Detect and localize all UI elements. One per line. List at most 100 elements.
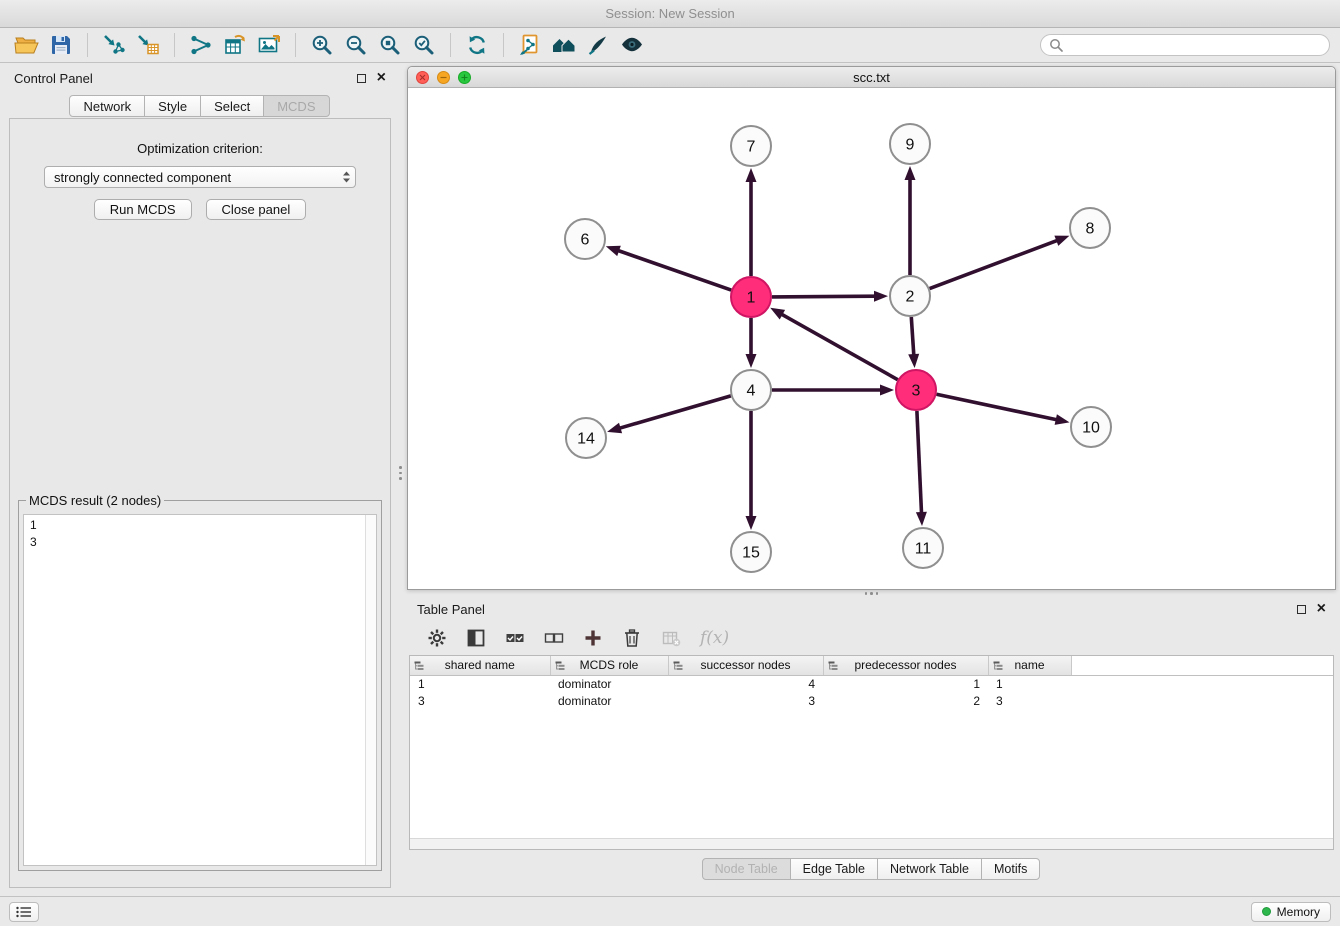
table-cell[interactable]: 3 <box>410 692 550 709</box>
edge-2-9[interactable] <box>905 166 916 275</box>
edge-1-7[interactable] <box>746 168 757 276</box>
edge-1-4[interactable] <box>746 318 757 368</box>
open-session-button[interactable] <box>10 30 44 60</box>
float-panel-icon[interactable] <box>1297 605 1306 614</box>
import-table-button[interactable] <box>131 30 165 60</box>
network-graph[interactable]: 7 9 6 8 1 2 4 3 14 10 15 11 <box>408 88 1335 589</box>
export-image-button[interactable] <box>252 30 286 60</box>
horizontal-scrollbar[interactable] <box>410 838 1333 849</box>
horizontal-splitter[interactable] <box>407 590 1336 597</box>
deselect-all-button[interactable] <box>544 628 564 648</box>
node-2[interactable]: 2 <box>890 276 930 316</box>
edge-3-11[interactable] <box>916 411 927 526</box>
select-all-button[interactable] <box>505 628 525 648</box>
table-row[interactable]: 1dominator411 <box>410 675 1333 692</box>
scrollbar-track[interactable] <box>365 515 376 865</box>
edge-3-1[interactable] <box>770 308 898 380</box>
network-canvas[interactable]: 7 9 6 8 1 2 4 3 14 10 15 11 <box>408 88 1335 589</box>
table-cell[interactable]: 2 <box>823 692 988 709</box>
network-window-titlebar[interactable]: scc.txt <box>408 67 1335 88</box>
network-window: scc.txt 7 9 6 8 1 2 4 3 14 10 15 11 <box>407 66 1336 590</box>
node-7[interactable]: 7 <box>731 126 771 166</box>
zoom-out-button[interactable] <box>339 30 373 60</box>
search-field[interactable] <box>1040 34 1330 56</box>
function-builder-button[interactable]: f(x) <box>700 628 729 648</box>
edge-3-10[interactable] <box>937 394 1070 425</box>
edge-4-15[interactable] <box>746 411 757 530</box>
tab-node-table[interactable]: Node Table <box>702 858 791 880</box>
close-panel-button[interactable]: Close panel <box>206 199 307 220</box>
node-9[interactable]: 9 <box>890 124 930 164</box>
edge-1-6[interactable] <box>606 246 731 290</box>
table-cell[interactable]: 1 <box>988 675 1071 692</box>
tab-select[interactable]: Select <box>200 95 264 117</box>
node-3[interactable]: 3 <box>896 370 936 410</box>
node-4[interactable]: 4 <box>731 370 771 410</box>
close-panel-icon[interactable]: × <box>1317 604 1326 614</box>
table-cell[interactable]: 4 <box>668 675 823 692</box>
table-settings-button[interactable] <box>427 628 447 648</box>
node-10[interactable]: 10 <box>1071 407 1111 447</box>
memory-label: Memory <box>1277 905 1320 919</box>
minimize-window-icon[interactable] <box>437 71 450 84</box>
node-14[interactable]: 14 <box>566 418 606 458</box>
tab-network-table[interactable]: Network Table <box>877 858 982 880</box>
zoom-selected-button[interactable] <box>407 30 441 60</box>
node-15[interactable]: 15 <box>731 532 771 572</box>
zoom-in-button[interactable] <box>305 30 339 60</box>
column-header-predecessor-nodes[interactable]: predecessor nodes <box>823 656 988 675</box>
table-cell[interactable]: 3 <box>988 692 1071 709</box>
import-network-button[interactable] <box>97 30 131 60</box>
node-11[interactable]: 11 <box>903 528 943 568</box>
table-row[interactable]: 3dominator323 <box>410 692 1333 709</box>
table-cell[interactable]: 1 <box>823 675 988 692</box>
edge-4-3[interactable] <box>772 385 894 396</box>
zoom-fit-button[interactable] <box>373 30 407 60</box>
run-mcds-button[interactable]: Run MCDS <box>94 199 192 220</box>
tab-edge-table[interactable]: Edge Table <box>790 858 878 880</box>
column-header-shared-name[interactable]: shared name <box>410 656 550 675</box>
close-panel-icon[interactable]: × <box>377 73 386 83</box>
node-1[interactable]: 1 <box>731 277 771 317</box>
edge-1-2[interactable] <box>772 291 888 302</box>
memory-button[interactable]: Memory <box>1251 902 1331 922</box>
node-8[interactable]: 8 <box>1070 208 1110 248</box>
add-column-button[interactable] <box>583 628 603 648</box>
clone-network-button[interactable] <box>513 30 547 60</box>
apply-layout-button[interactable] <box>460 30 494 60</box>
close-window-icon[interactable] <box>416 71 429 84</box>
edge-2-8[interactable] <box>930 236 1070 289</box>
share-network-button[interactable] <box>184 30 218 60</box>
optimization-label: Optimization criterion: <box>10 141 390 156</box>
show-columns-button[interactable] <box>466 628 486 648</box>
tab-style[interactable]: Style <box>144 95 201 117</box>
column-header-successor-nodes[interactable]: successor nodes <box>668 656 823 675</box>
tab-motifs[interactable]: Motifs <box>981 858 1040 880</box>
table-cell[interactable]: dominator <box>550 675 668 692</box>
search-input[interactable] <box>1069 38 1321 53</box>
table-cell[interactable]: dominator <box>550 692 668 709</box>
share-network-icon <box>189 33 213 57</box>
maximize-window-icon[interactable] <box>458 71 471 84</box>
edge-4-14[interactable] <box>607 396 731 433</box>
tab-mcds[interactable]: MCDS <box>263 95 329 117</box>
splitter-handle-icon <box>399 466 402 480</box>
edge-2-3[interactable] <box>908 317 919 368</box>
node-6[interactable]: 6 <box>565 219 605 259</box>
new-table-button[interactable] <box>218 30 252 60</box>
column-header-name[interactable]: name <box>988 656 1071 675</box>
style-brush-button[interactable] <box>581 30 615 60</box>
column-header-mcds-role[interactable]: MCDS role <box>550 656 668 675</box>
optimization-dropdown[interactable]: strongly connected component <box>44 166 356 188</box>
save-session-button[interactable] <box>44 30 78 60</box>
float-panel-icon[interactable] <box>357 74 366 83</box>
tab-network[interactable]: Network <box>69 95 145 117</box>
table-cell[interactable]: 3 <box>668 692 823 709</box>
show-hide-button[interactable] <box>615 30 649 60</box>
delete-column-button[interactable] <box>622 628 642 648</box>
delete-table-button[interactable] <box>661 628 681 648</box>
table-cell[interactable]: 1 <box>410 675 550 692</box>
vertical-splitter[interactable] <box>396 66 407 888</box>
network-home-button[interactable] <box>547 30 581 60</box>
task-history-button[interactable] <box>9 902 39 922</box>
